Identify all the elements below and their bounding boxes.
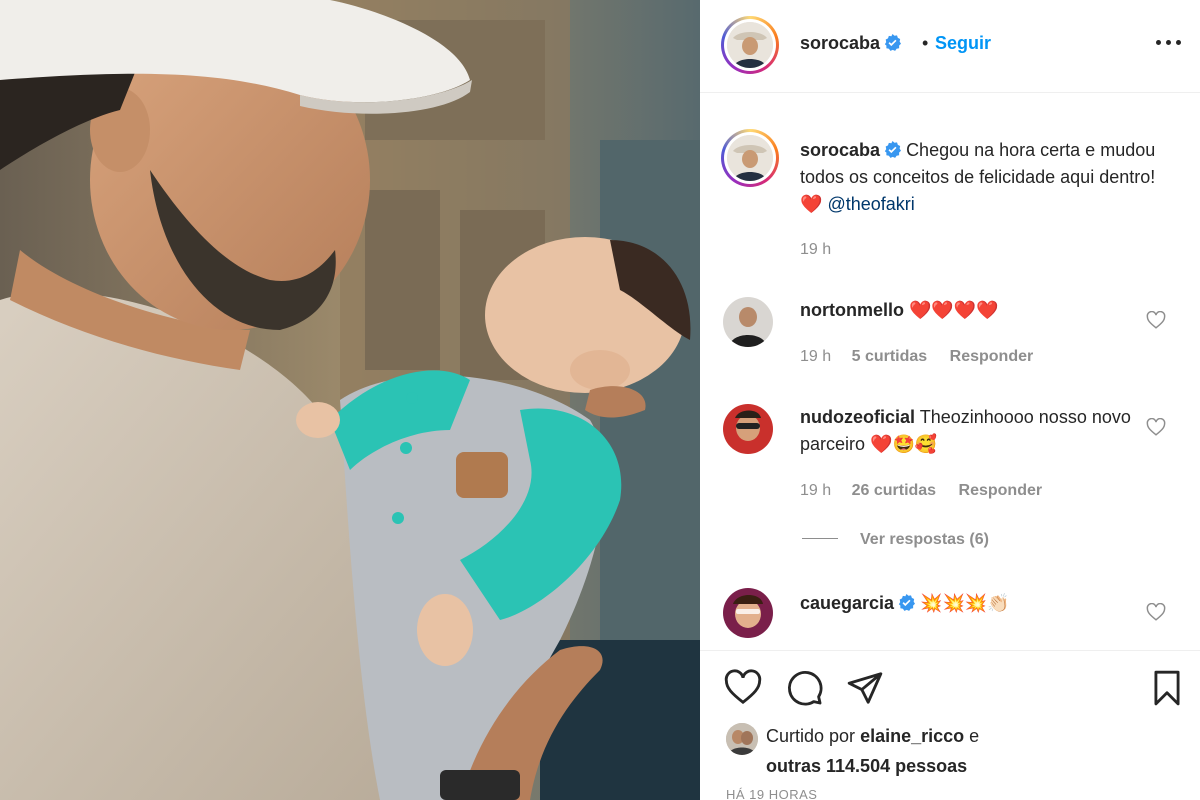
comment-body: ❤️❤️❤️❤️ xyxy=(909,300,999,320)
share-icon[interactable] xyxy=(846,669,884,707)
view-replies-label: Ver respostas (6) xyxy=(860,531,989,548)
heart-icon[interactable] xyxy=(1146,311,1166,329)
author-avatar[interactable] xyxy=(721,16,779,74)
caption-mention[interactable]: @theofakri xyxy=(827,194,914,214)
liked-by-avatar[interactable] xyxy=(726,723,758,755)
comments-section[interactable]: sorocaba Chegou na hora certa e mudou to… xyxy=(700,93,1200,650)
post-timestamp[interactable]: HÁ 19 HORAS xyxy=(726,787,817,800)
liked-by-text: Curtido por elaine_ricco e outras 114.50… xyxy=(766,721,979,781)
verified-icon xyxy=(884,34,902,51)
comment-text: cauegarcia 💥💥💥👏🏻 xyxy=(800,590,1150,617)
liked-by-user[interactable]: elaine_ricco xyxy=(860,726,964,746)
comment-text: nortonmello ❤️❤️❤️❤️ xyxy=(800,297,1150,324)
more-options-icon[interactable] xyxy=(1156,32,1182,52)
caption-timestamp: 19 h xyxy=(800,241,832,258)
avatar-picture xyxy=(727,135,773,181)
comment-likes[interactable]: 5 curtidas xyxy=(852,348,928,365)
heart-icon[interactable] xyxy=(724,669,762,707)
comment-avatar[interactable] xyxy=(723,404,773,454)
heart-icon[interactable] xyxy=(1146,603,1166,621)
post-header: sorocaba • Seguir xyxy=(700,0,1200,93)
separator-dot: • xyxy=(922,33,929,53)
comment-timestamp: 19 h xyxy=(800,482,832,499)
liked-by-prefix: Curtido por xyxy=(766,726,856,746)
comment-username[interactable]: nortonmello xyxy=(800,300,904,320)
post-photo[interactable] xyxy=(0,0,700,800)
comment-meta: 19 h 26 curtidas Responder xyxy=(800,482,1060,500)
follow-button[interactable]: Seguir xyxy=(935,33,991,54)
reply-button[interactable]: Responder xyxy=(959,482,1043,499)
liked-by-others[interactable]: outras 114.504 pessoas xyxy=(766,756,967,776)
avatar-picture xyxy=(723,404,773,454)
caption-username[interactable]: sorocaba xyxy=(800,140,880,160)
comment-username[interactable]: cauegarcia xyxy=(800,593,894,613)
reply-button[interactable]: Responder xyxy=(950,348,1034,365)
comment-timestamp: 19 h xyxy=(800,348,832,365)
post-sidebar: sorocaba • Seguir sorocaba Chegou na hor… xyxy=(700,0,1200,800)
heart-icon[interactable] xyxy=(1146,418,1166,436)
avatar-picture xyxy=(723,297,773,347)
author-username[interactable]: sorocaba xyxy=(800,33,880,53)
caption-text: sorocaba Chegou na hora certa e mudou to… xyxy=(800,137,1160,218)
comment-username[interactable]: nudozeoficial xyxy=(800,407,915,427)
comment-avatar[interactable] xyxy=(723,297,773,347)
comment-avatar[interactable] xyxy=(723,588,773,638)
comment-text: nudozeoficial Theozinhoooo nosso novo pa… xyxy=(800,404,1150,458)
comment-meta: 19 h 5 curtidas Responder xyxy=(800,348,1051,366)
comment-likes[interactable]: 26 curtidas xyxy=(852,482,936,499)
avatar-picture xyxy=(727,22,773,68)
bookmark-icon[interactable] xyxy=(1148,669,1186,707)
view-replies-button[interactable]: Ver respostas (6) xyxy=(802,531,989,549)
replies-line xyxy=(802,538,838,539)
avatar-picture xyxy=(723,588,773,638)
avatar-picture xyxy=(726,723,758,755)
comment-emoji: ❤️🤩🥰 xyxy=(870,434,938,454)
liked-by-conj: e xyxy=(969,726,980,746)
verified-icon xyxy=(898,594,916,611)
caption-emoji: ❤️ xyxy=(800,194,823,214)
photo-illustration xyxy=(0,0,700,800)
caption-avatar[interactable] xyxy=(721,129,779,187)
verified-icon xyxy=(884,141,902,158)
comment-icon[interactable] xyxy=(786,669,824,707)
post-actions: Curtido por elaine_ricco e outras 114.50… xyxy=(700,650,1200,800)
comment-body: 💥💥💥👏🏻 xyxy=(920,593,1010,613)
